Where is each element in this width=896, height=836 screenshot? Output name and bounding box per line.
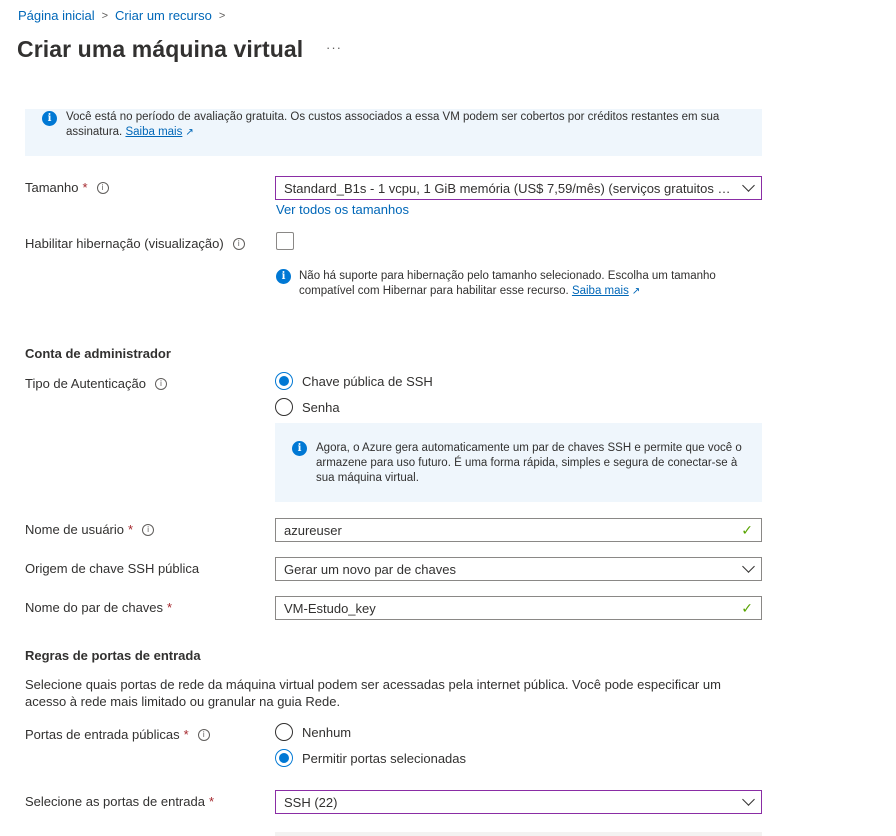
more-options-button[interactable]: ··· (326, 40, 342, 55)
ports-description: Selecione quais portas de rede da máquin… (25, 677, 721, 709)
select-ports-dropdown[interactable]: SSH (22) (275, 790, 762, 814)
chevron-down-icon (742, 179, 755, 192)
ssh-source-select[interactable]: Gerar um novo par de chaves (275, 557, 762, 581)
hibernation-label: Habilitar hibernação (visualização) i (25, 236, 245, 251)
help-icon[interactable]: i (232, 237, 245, 250)
info-icon: i (42, 111, 57, 126)
breadcrumb-create-resource[interactable]: Criar um recurso (115, 8, 212, 23)
auth-type-label: Tipo de Autenticação i (25, 376, 167, 391)
ssh-info-text: Agora, o Azure gera automaticamente um p… (316, 442, 742, 484)
checkmark-icon: ✓ (741, 521, 753, 538)
chevron-right-icon: > (218, 9, 226, 22)
select-ports-label: Selecione as portas de entrada * (25, 794, 215, 809)
hibernation-info-text: Não há suporte para hibernação pelo tama… (299, 270, 716, 297)
help-icon[interactable]: i (197, 728, 210, 741)
ports-section-title: Regras de portas de entrada (25, 648, 201, 663)
keypair-label: Nome do par de chaves * (25, 600, 173, 615)
see-all-sizes-link[interactable]: Ver todos os tamanhos (276, 202, 409, 217)
username-input[interactable]: azureuser ✓ (275, 518, 762, 542)
info-icon: i (276, 269, 291, 284)
learn-more-link[interactable]: Saiba mais (125, 126, 182, 138)
admin-section-title: Conta de administrador (25, 346, 171, 361)
radio-button[interactable] (275, 749, 293, 767)
auth-ssh-radio[interactable]: Chave pública de SSH (275, 372, 433, 390)
ports-warning-box-top (275, 832, 762, 836)
external-link-icon: ↗ (631, 286, 641, 297)
size-select[interactable]: Standard_B1s - 1 vcpu, 1 GiB memória (US… (275, 176, 762, 200)
radio-button[interactable] (275, 398, 293, 416)
learn-more-link[interactable]: Saiba mais (572, 285, 629, 297)
chevron-right-icon: > (101, 9, 109, 22)
public-ports-label: Portas de entrada públicas * i (25, 727, 210, 742)
external-link-icon: ↗ (185, 127, 194, 138)
help-icon[interactable]: i (154, 377, 167, 390)
breadcrumb-home[interactable]: Página inicial (18, 8, 95, 23)
chevron-down-icon (742, 560, 755, 573)
size-label: Tamanho * i (25, 180, 109, 195)
breadcrumb: Página inicial > Criar um recurso > (18, 8, 232, 23)
help-icon[interactable]: i (96, 181, 109, 194)
ssh-source-label: Origem de chave SSH pública (25, 561, 200, 576)
username-label: Nome de usuário * i (25, 522, 155, 537)
ports-allow-selected-radio[interactable]: Permitir portas selecionadas (275, 749, 466, 767)
hibernation-checkbox[interactable] (276, 232, 294, 250)
help-icon[interactable]: i (142, 523, 155, 536)
checkmark-icon: ✓ (741, 599, 753, 616)
ports-none-radio[interactable]: Nenhum (275, 723, 351, 741)
info-icon: i (292, 441, 307, 456)
page-title: Criar uma máquina virtual (17, 36, 304, 62)
chevron-down-icon (742, 793, 755, 806)
radio-button[interactable] (275, 372, 293, 390)
radio-button[interactable] (275, 723, 293, 741)
keypair-input[interactable]: VM-Estudo_key ✓ (275, 596, 762, 620)
trial-info-text: Você está no período de avaliação gratui… (66, 111, 720, 138)
auth-password-radio[interactable]: Senha (275, 398, 340, 416)
